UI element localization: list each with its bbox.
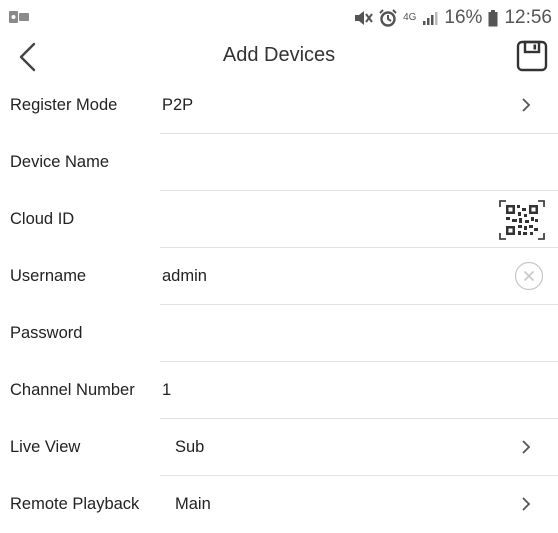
status-bar: 4G 16% 12:56 bbox=[0, 0, 558, 36]
signal-icon bbox=[423, 12, 438, 25]
register-mode-row[interactable]: Register Mode P2P bbox=[0, 77, 558, 134]
cloud-id-label: Cloud ID bbox=[10, 210, 75, 228]
remote-playback-row[interactable]: Remote Playback Main bbox=[0, 476, 558, 533]
device-name-input[interactable] bbox=[162, 134, 522, 191]
password-label: Password bbox=[10, 324, 83, 342]
battery-icon bbox=[488, 9, 498, 26]
channel-number-input[interactable] bbox=[162, 362, 522, 419]
password-row: Password bbox=[0, 305, 558, 362]
channel-number-row: Channel Number bbox=[0, 362, 558, 419]
password-input[interactable] bbox=[162, 305, 522, 362]
channel-number-label: Channel Number bbox=[10, 381, 135, 399]
username-input[interactable] bbox=[162, 248, 482, 305]
page-title: Add Devices bbox=[222, 44, 336, 66]
register-mode-label: Register Mode bbox=[10, 96, 118, 114]
notification-icon bbox=[9, 11, 29, 23]
cloud-id-row: Cloud ID bbox=[0, 191, 558, 248]
live-view-label: Live View bbox=[10, 438, 81, 456]
register-mode-value: P2P bbox=[162, 96, 194, 114]
live-view-row[interactable]: Live View Sub bbox=[0, 419, 558, 476]
alarm-icon bbox=[379, 9, 397, 27]
network-type: 4G bbox=[403, 12, 417, 23]
clock: 12:56 bbox=[504, 7, 552, 28]
remote-playback-label: Remote Playback bbox=[10, 495, 140, 513]
save-icon[interactable] bbox=[516, 40, 548, 72]
remote-playback-value: Main bbox=[175, 495, 211, 513]
chevron-right-icon bbox=[522, 440, 531, 454]
device-name-label: Device Name bbox=[10, 153, 110, 171]
title-bar: Add Devices bbox=[0, 36, 558, 78]
chevron-right-icon bbox=[522, 98, 531, 112]
status-indicators: 4G 16% 12:56 bbox=[353, 7, 552, 29]
battery-percent: 16% bbox=[444, 7, 483, 28]
cloud-id-input[interactable] bbox=[162, 191, 462, 248]
username-label: Username bbox=[10, 267, 87, 285]
mute-icon bbox=[355, 11, 373, 25]
live-view-value: Sub bbox=[175, 438, 205, 456]
device-name-row: Device Name bbox=[0, 134, 558, 191]
qr-code-scan-icon[interactable] bbox=[498, 199, 546, 241]
username-row: Username bbox=[0, 248, 558, 305]
chevron-right-icon bbox=[522, 497, 531, 511]
clear-icon[interactable] bbox=[514, 261, 544, 291]
